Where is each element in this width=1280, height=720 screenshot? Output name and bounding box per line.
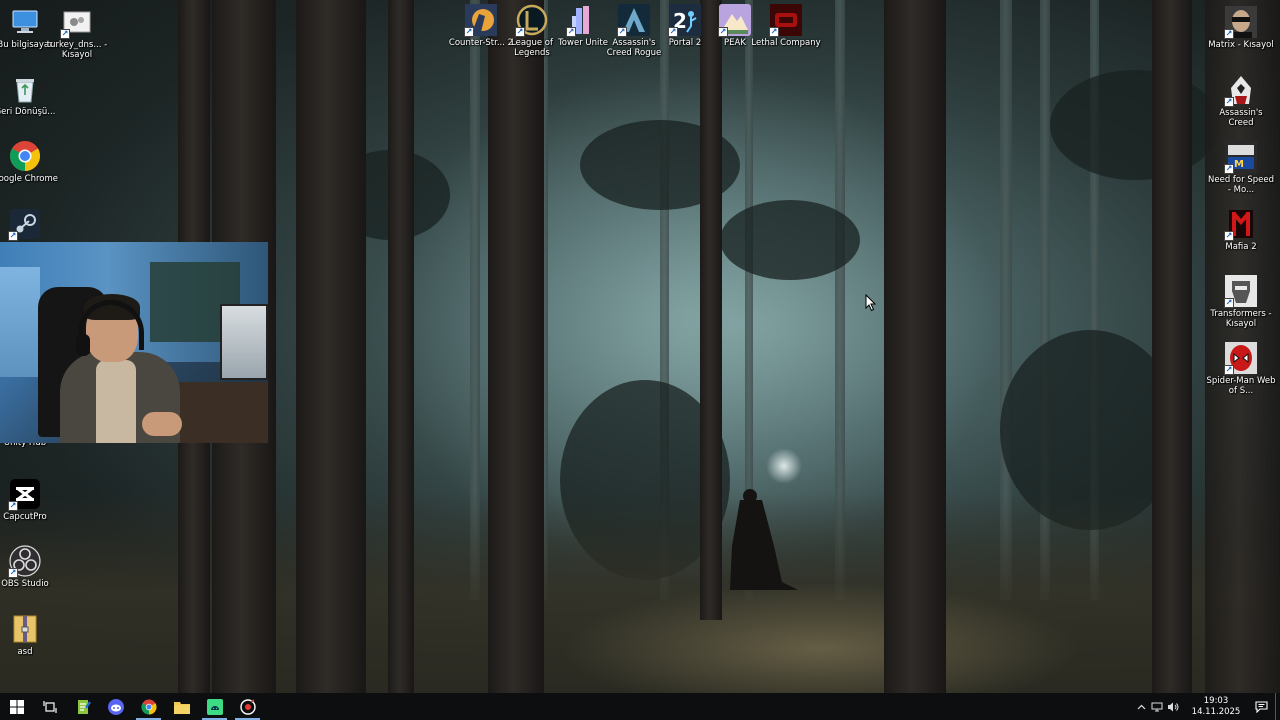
recycle-bin-icon [9, 73, 41, 105]
this-pc-icon [9, 6, 41, 38]
tree-trunk [884, 0, 946, 693]
foliage [1050, 70, 1220, 180]
desktop-icon-transformers[interactable]: ↗ Transformers - Kısayol [1210, 275, 1272, 329]
taskbar-app-notepad[interactable] [66, 693, 99, 720]
taskbar-clock[interactable]: 19:03 14.11.2025 [1185, 696, 1247, 718]
taskbar-app-file-explorer[interactable] [165, 693, 198, 720]
system-tray: 19:03 14.11.2025 [1133, 693, 1280, 720]
icon-label: Mafia 2 [1225, 242, 1257, 252]
icon-label: turkey_dns... - Kısayol [46, 40, 108, 60]
notification-icon [1254, 700, 1268, 713]
icon-label: Geri Dönüşü... [0, 107, 56, 117]
icon-label: Need for Speed - Mo... [1208, 175, 1274, 195]
svg-text:M: M [1234, 159, 1244, 170]
folder-icon [173, 701, 190, 714]
headset-earcup [76, 334, 90, 356]
desktop-icon-google-chrome[interactable]: Google Chrome [0, 140, 58, 184]
tree-trunk [296, 0, 366, 693]
steam-icon: ↗ [8, 208, 41, 241]
icon-label: Matrix - Kısayol [1208, 40, 1274, 50]
desktop-icon-steam[interactable]: ↗ [0, 208, 56, 241]
desktop-icon-asd[interactable]: asd [0, 613, 56, 657]
desktop-icon-matrix[interactable]: ↗ Matrix - Kısayol [1208, 6, 1274, 50]
matrix-icon: ↗ [1224, 6, 1257, 39]
spider-man-icon: ↗ [1224, 342, 1257, 375]
desktop-icon-turkey-dns[interactable]: ↗ turkey_dns... - Kısayol [46, 6, 108, 60]
start-button[interactable] [0, 693, 33, 720]
webcam-hand [142, 412, 182, 436]
volume-icon[interactable] [1165, 693, 1181, 720]
webcam-desk [170, 382, 268, 443]
capcut-icon: ↗ [8, 478, 41, 511]
counter-strike-icon: ↗ [464, 4, 497, 37]
task-view-icon [42, 700, 57, 713]
action-center-button[interactable] [1247, 693, 1275, 720]
tower-unite-icon: ↗ [566, 4, 599, 37]
android-icon [206, 698, 223, 715]
clock-date: 14.11.2025 [1191, 706, 1241, 717]
ac-rogue-icon: ↗ [617, 4, 650, 37]
tree-trunk [1152, 0, 1192, 693]
webcam-window [0, 267, 40, 377]
chevron-up-icon[interactable] [1133, 693, 1149, 720]
desktop-icon-obs[interactable]: ↗ OBS Studio [0, 545, 56, 589]
icon-label: Spider-Man Web of S... [1206, 376, 1276, 396]
icon-label: Google Chrome [0, 174, 59, 184]
desktop-icon-mafia-2[interactable]: ↗ Mafia 2 [1210, 208, 1272, 252]
recording-icon [239, 698, 256, 715]
chrome-icon [140, 699, 157, 714]
desktop-icon-need-for-speed[interactable]: M ↗ Need for Speed - Mo... [1208, 141, 1274, 195]
clock-time: 19:03 [1203, 695, 1229, 706]
desktop-icon-lethal-company[interactable]: ↗ Lethal Company [751, 4, 821, 48]
need-for-speed-icon: M ↗ [1224, 141, 1257, 174]
tree-trunk [488, 0, 544, 693]
taskbar-app-android[interactable] [198, 693, 231, 720]
webcam-overlay [0, 242, 268, 443]
peak-icon: ↗ [718, 4, 751, 37]
desktop-icon-spider-man[interactable]: ↗ Spider-Man Web of S... [1207, 342, 1275, 396]
webcam-shirt [96, 360, 136, 443]
mafia-2-icon: ↗ [1224, 208, 1257, 241]
taskbar-app-discord[interactable] [99, 693, 132, 720]
desktop-icon-assassins-creed[interactable]: ↗ Assassin's Creed [1210, 74, 1272, 128]
task-view-button[interactable] [33, 693, 66, 720]
lethal-company-icon: ↗ [769, 4, 802, 37]
taskbar-app-recording[interactable] [231, 693, 264, 720]
icon-label: CapcutPro [3, 512, 47, 522]
taskbar-app-chrome[interactable] [132, 693, 165, 720]
icon-label: OBS Studio [1, 579, 49, 589]
league-of-legends-icon: ↗ [515, 4, 548, 37]
lantern-glow [766, 448, 802, 484]
foliage [720, 200, 860, 280]
taskbar: 19:03 14.11.2025 [0, 693, 1280, 720]
show-desktop-button[interactable] [1275, 693, 1280, 720]
tree-trunk [388, 0, 414, 693]
portal-2-icon: 2 ↗ [668, 4, 701, 37]
desktop-icon-recycle-bin[interactable]: Geri Dönüşü... [0, 73, 56, 117]
webcam-monitor [220, 304, 268, 380]
notepad-icon [77, 699, 91, 714]
icon-label: Assassin's Creed [1219, 108, 1263, 128]
chrome-icon [9, 140, 41, 172]
transformers-icon: ↗ [1224, 275, 1257, 308]
icon-label: asd [17, 647, 33, 657]
assassins-creed-icon: ↗ [1224, 74, 1257, 107]
discord-icon [107, 698, 124, 715]
desktop-icon-capcut[interactable]: ↗ CapcutPro [0, 478, 56, 522]
icon-label: Lethal Company [751, 38, 821, 48]
config-shortcut-icon: ↗ [60, 6, 93, 39]
mouse-cursor-icon [865, 294, 877, 312]
forest-path [560, 583, 1080, 693]
windows-start-icon [9, 699, 24, 714]
cloaked-figure [730, 489, 798, 590]
icon-label: Transformers - Kısayol [1210, 309, 1272, 329]
tree-trunk [700, 0, 722, 620]
archive-icon [9, 613, 41, 645]
obs-icon: ↗ [8, 545, 41, 578]
network-icon[interactable] [1149, 693, 1165, 720]
